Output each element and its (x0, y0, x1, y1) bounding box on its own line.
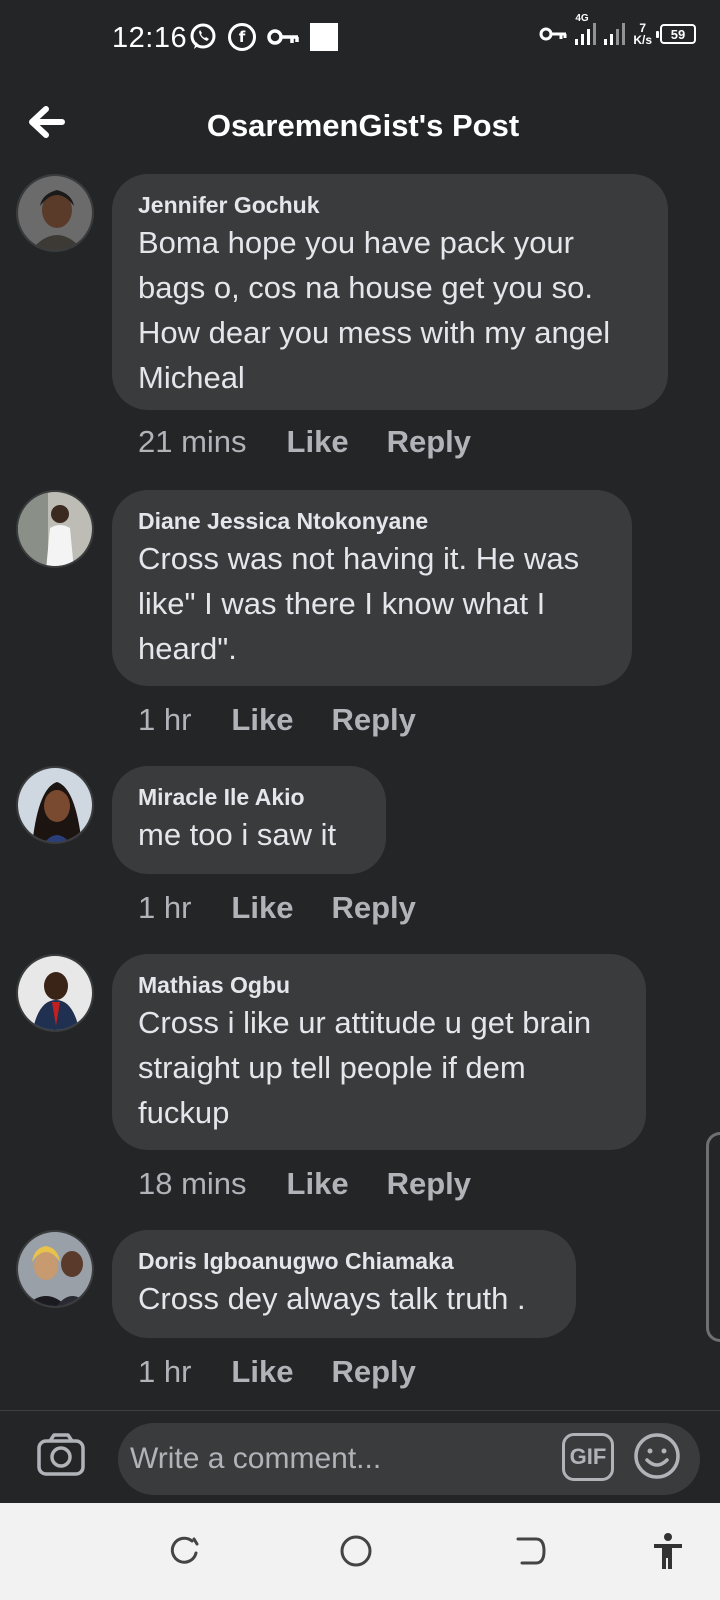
network-type: 4G (575, 13, 589, 24)
scrollbar[interactable] (706, 1132, 720, 1342)
status-notification-icons: f (188, 22, 338, 52)
comment-author[interactable]: Doris Igboanugwo Chiamaka (138, 1246, 550, 1276)
avatar[interactable] (16, 1230, 94, 1308)
vpn-key-icon (539, 27, 567, 41)
comment-actions: 1 hr Like Reply (138, 890, 416, 926)
recents-icon[interactable] (164, 1531, 204, 1571)
like-button[interactable]: Like (287, 1166, 349, 1202)
status-bar: 12:16 f 4G 7 K/s 59 (0, 0, 720, 80)
comment-time[interactable]: 1 hr (138, 890, 191, 926)
signal-icon-secondary (604, 23, 626, 45)
reply-button[interactable]: Reply (387, 424, 471, 460)
comment-actions: 21 mins Like Reply (138, 424, 471, 460)
network-speed: 7 K/s (633, 21, 652, 47)
status-system-icons: 4G 7 K/s 59 (539, 13, 696, 47)
comment-bubble[interactable]: Miracle Ile Akio me too i saw it (112, 766, 386, 874)
comment-time[interactable]: 18 mins (138, 1166, 247, 1202)
system-nav-bar (0, 1503, 720, 1600)
reply-button[interactable]: Reply (331, 1354, 415, 1390)
page-title: OsaremenGist's Post (206, 108, 520, 143)
comment-bubble[interactable]: Jennifer Gochuk Boma hope you have pack … (112, 174, 668, 410)
reply-button[interactable]: Reply (331, 890, 415, 926)
status-time: 12:16 (112, 22, 188, 54)
comment-author[interactable]: Jennifer Gochuk (138, 190, 642, 220)
comment-actions: 1 hr Like Reply (138, 702, 416, 738)
gif-button[interactable]: GIF (562, 1433, 614, 1481)
vpn-key-icon (267, 29, 299, 45)
like-button[interactable]: Like (231, 1354, 293, 1390)
comment-author[interactable]: Miracle Ile Akio (138, 782, 360, 812)
comment-time[interactable]: 1 hr (138, 702, 191, 738)
comment-bubble[interactable]: Diane Jessica Ntokonyane Cross was not h… (112, 490, 632, 686)
comment-text: Cross dey always talk truth . (138, 1281, 526, 1316)
whatsapp-icon (190, 23, 216, 49)
smiley-icon[interactable] (632, 1431, 682, 1481)
comment-list[interactable]: Jennifer Gochuk Boma hope you have pack … (0, 172, 720, 1410)
facebook-icon: f (228, 23, 256, 51)
reply-button[interactable]: Reply (387, 1166, 471, 1202)
battery-icon: 59 (656, 24, 696, 44)
like-button[interactable]: Like (231, 702, 293, 738)
header: OsaremenGist's Post (0, 80, 720, 172)
comment-actions: 18 mins Like Reply (138, 1166, 471, 1202)
avatar[interactable] (16, 174, 94, 252)
camera-icon[interactable] (36, 1431, 86, 1479)
accessibility-icon[interactable] (648, 1531, 688, 1571)
reply-button[interactable]: Reply (331, 702, 415, 738)
comment-author[interactable]: Mathias Ogbu (138, 970, 620, 1000)
notification-square-icon (310, 23, 338, 51)
comment-text: Cross was not having it. He was like" I … (138, 541, 580, 666)
comment-actions: 1 hr Like Reply (138, 1354, 416, 1390)
home-icon[interactable] (336, 1531, 376, 1571)
comment-text: me too i saw it (138, 817, 337, 852)
comment-author[interactable]: Diane Jessica Ntokonyane (138, 506, 606, 536)
signal-icon: 4G (575, 13, 597, 45)
like-button[interactable]: Like (231, 890, 293, 926)
avatar[interactable] (16, 490, 94, 568)
comment-text: Cross i like ur attitude u get brain str… (138, 1005, 592, 1130)
comment-bubble[interactable]: Doris Igboanugwo Chiamaka Cross dey alwa… (112, 1230, 576, 1338)
avatar[interactable] (16, 954, 94, 1032)
comment-bubble[interactable]: Mathias Ogbu Cross i like ur attitude u … (112, 954, 646, 1150)
avatar[interactable] (16, 766, 94, 844)
like-button[interactable]: Like (287, 424, 349, 460)
comment-composer: GIF (0, 1410, 720, 1503)
comment-time[interactable]: 21 mins (138, 424, 247, 460)
comment-time[interactable]: 1 hr (138, 1354, 191, 1390)
back-icon[interactable] (510, 1531, 550, 1571)
comment-text: Boma hope you have pack your bags o, cos… (138, 225, 611, 395)
